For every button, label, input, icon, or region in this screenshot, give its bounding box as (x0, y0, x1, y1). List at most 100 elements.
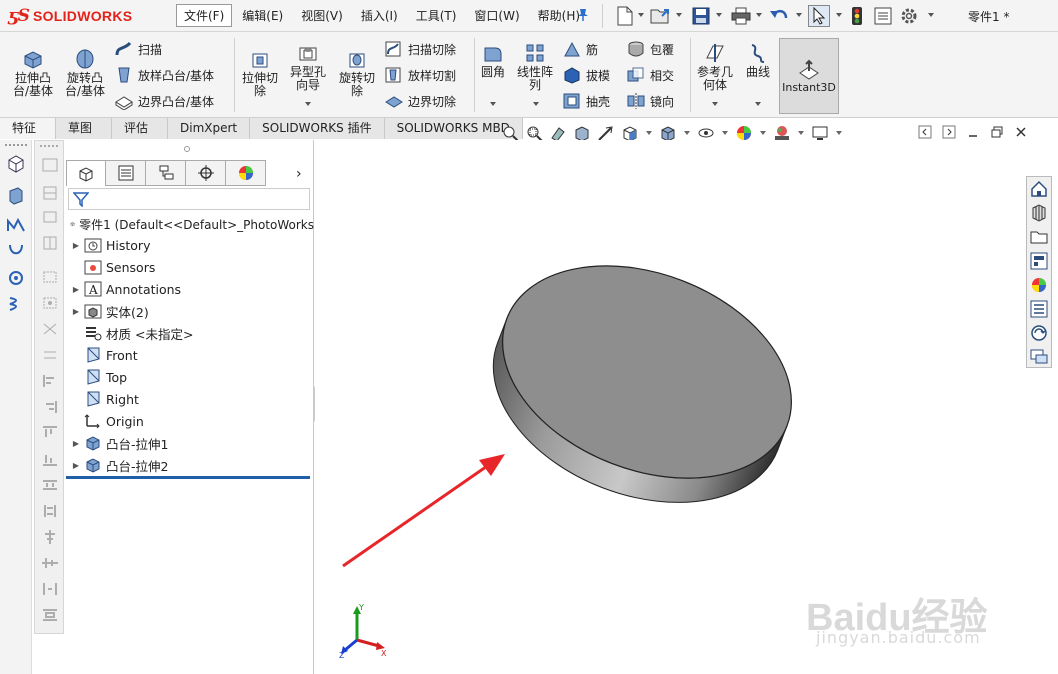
panel-splitter-handle[interactable] (184, 146, 190, 152)
tree-filter-input[interactable] (68, 188, 310, 210)
shell-button[interactable]: 抽壳 (562, 90, 610, 112)
minimize-icon[interactable] (966, 125, 980, 139)
undo-dropdown-caret[interactable] (796, 13, 802, 17)
reference-triad[interactable]: Y X Z (339, 602, 389, 660)
previous-pane-icon[interactable] (918, 125, 932, 139)
home-icon[interactable] (1029, 179, 1049, 199)
align-left-icon[interactable] (41, 373, 59, 389)
rebuild-list-icon[interactable] (872, 5, 894, 27)
new-file-icon[interactable] (614, 5, 636, 27)
next-pane-icon[interactable] (942, 125, 956, 139)
custom-properties-icon[interactable] (1029, 299, 1049, 319)
select-icon[interactable] (808, 5, 830, 27)
scene-dropdown[interactable] (798, 131, 804, 135)
rib-button[interactable]: 筋 (562, 38, 598, 60)
tree-node-material[interactable]: 材质 <未指定> (70, 322, 193, 344)
center-vertical-icon[interactable] (41, 555, 59, 571)
tab-features[interactable]: 特征 (0, 118, 56, 139)
save-dropdown-caret[interactable] (716, 13, 722, 17)
wrap-button[interactable]: 包覆 (626, 38, 674, 60)
tree-node-origin[interactable]: Origin (70, 410, 193, 432)
rollback-bar[interactable] (66, 476, 310, 479)
tab-evaluate[interactable]: 评估 (112, 118, 168, 139)
swept-cut-button[interactable]: 扫描切除 (384, 38, 456, 60)
view-settings-dropdown[interactable] (836, 131, 842, 135)
display-manager-tab[interactable] (226, 160, 266, 186)
tree-node-history[interactable]: ▶ History (70, 234, 193, 256)
undo-icon[interactable] (768, 5, 790, 27)
tree-node-top-plane[interactable]: Top (70, 366, 193, 388)
arc-tool-icon[interactable] (41, 269, 59, 285)
fillet-button[interactable]: 圆角 (478, 42, 508, 79)
menu-window[interactable]: 窗口(W) (466, 4, 527, 27)
offset-tool-icon[interactable] (41, 347, 59, 363)
open-dropdown-caret[interactable] (676, 13, 682, 17)
sketch-icon[interactable] (6, 216, 26, 236)
lofted-cut-button[interactable]: 放样切割 (384, 64, 456, 86)
hole-wizard-button[interactable]: 异型孔 向导 (286, 42, 330, 92)
options-dropdown-caret[interactable] (928, 13, 934, 17)
curves-button[interactable]: 曲线 (740, 42, 776, 79)
expand-arrow-icon[interactable]: ▶ (70, 439, 82, 448)
tab-solidworks-addins[interactable]: SOLIDWORKS 插件 (250, 118, 385, 139)
tree-node-boss-extrude2[interactable]: ▶ 凸台-拉伸2 (70, 454, 193, 476)
menu-file[interactable]: 文件(F) (176, 4, 233, 27)
align-bottom-icon[interactable] (41, 451, 59, 467)
solidworks-logo[interactable]: ƽS SOLIDWORKS (8, 6, 132, 26)
distribute-vertical-icon[interactable] (41, 503, 59, 519)
trim-tool-icon[interactable] (41, 321, 59, 337)
part-root-node[interactable]: 零件1 (Default<<Default>_PhotoWorks (70, 214, 314, 234)
expand-arrow-icon[interactable]: ▶ (70, 285, 82, 294)
view-cube-icon[interactable] (6, 154, 26, 174)
hole-wizard-dropdown[interactable] (305, 102, 311, 106)
mirror-button[interactable]: 镜向 (626, 90, 674, 112)
options-gear-icon[interactable] (898, 5, 920, 27)
menu-view[interactable]: 视图(V) (293, 4, 351, 27)
curves-dropdown[interactable] (755, 102, 761, 106)
view-orientation-dropdown[interactable] (646, 131, 652, 135)
draft-button[interactable]: 拔模 (562, 64, 610, 86)
print-dropdown-caret[interactable] (756, 13, 762, 17)
distribute-horizontal-icon[interactable] (41, 477, 59, 493)
dimxpert-manager-tab[interactable] (186, 160, 226, 186)
appearance-dropdown[interactable] (760, 131, 766, 135)
group-align-icon[interactable] (41, 607, 59, 623)
design-library-icon[interactable] (1029, 203, 1049, 223)
featuremanager-tree-tab[interactable] (66, 160, 106, 186)
expand-arrow-icon[interactable]: ▶ (70, 307, 82, 316)
chat-icon[interactable] (1029, 347, 1049, 367)
chevron-right-icon[interactable]: › (296, 166, 302, 182)
part-icon[interactable] (6, 186, 26, 206)
boundary-cut-button[interactable]: 边界切除 (384, 90, 456, 112)
rectangle-tool-icon[interactable] (41, 209, 59, 225)
boundary-boss-button[interactable]: 边界凸台/基体 (114, 90, 214, 112)
property-manager-tab[interactable] (106, 160, 146, 186)
file-explorer-icon[interactable] (1029, 227, 1049, 247)
cylinder-disk-model[interactable] (463, 227, 823, 542)
tree-node-sensors[interactable]: Sensors (70, 256, 193, 278)
print-icon[interactable] (730, 5, 752, 27)
menu-edit[interactable]: 编辑(E) (234, 4, 291, 27)
pin-icon[interactable] (576, 8, 590, 22)
circle-tool-icon[interactable] (41, 235, 59, 251)
fillet-dropdown[interactable] (490, 102, 496, 106)
display-style-dropdown[interactable] (684, 131, 690, 135)
select-dropdown-caret[interactable] (836, 13, 842, 17)
tree-node-front-plane[interactable]: Front (70, 344, 193, 366)
open-file-icon[interactable] (650, 5, 672, 27)
menu-tools[interactable]: 工具(T) (408, 4, 465, 27)
tab-sketch[interactable]: 草图 (56, 118, 112, 139)
tree-node-solid-bodies[interactable]: ▶ 实体(2) (70, 300, 193, 322)
spline-tool-icon[interactable] (41, 295, 59, 311)
tree-node-annotations[interactable]: ▶ A Annotations (70, 278, 193, 300)
appearances-scenes-icon[interactable] (1029, 275, 1049, 295)
instant3d-button[interactable]: Instant3D (779, 38, 839, 114)
configuration-manager-tab[interactable] (146, 160, 186, 186)
tree-node-boss-extrude1[interactable]: ▶ 凸台-拉伸1 (70, 432, 193, 454)
reference-geometry-dropdown[interactable] (712, 102, 718, 106)
scene-tool-icon[interactable] (6, 268, 26, 288)
hide-show-dropdown[interactable] (722, 131, 728, 135)
center-horizontal-icon[interactable] (41, 529, 59, 545)
expand-arrow-icon[interactable]: ▶ (70, 461, 82, 470)
extrude-boss-button[interactable]: 拉伸凸 台/基体 (10, 48, 56, 98)
